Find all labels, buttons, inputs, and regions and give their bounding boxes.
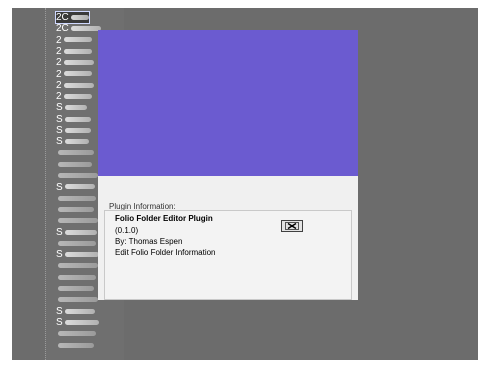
redacted-text: [64, 116, 91, 122]
redacted-text: [63, 82, 94, 88]
list-item-label: 2: [56, 91, 62, 103]
list-item[interactable]: S: [56, 182, 95, 193]
list-item-label: S: [56, 249, 63, 261]
app-window: 2C 2C 2 2 2 2 2 2 S S S S S S S S S Plugin Information: …: [12, 8, 478, 360]
close-button[interactable]: [281, 220, 303, 232]
list-item[interactable]: [56, 215, 98, 226]
list-item-label: S: [56, 317, 63, 329]
redacted-text: [64, 139, 89, 145]
list-item-label: 2: [56, 79, 62, 91]
list-item[interactable]: [56, 170, 98, 181]
list-item-label: S: [56, 181, 63, 193]
redacted-text: [58, 286, 94, 292]
plugin-description: Edit Folio Folder Information: [115, 248, 216, 257]
redacted-text: [58, 206, 94, 212]
plugin-version: (0.1.0): [115, 226, 139, 235]
list-item[interactable]: [56, 328, 96, 339]
list-item[interactable]: [56, 261, 98, 272]
list-item-label: 2: [56, 34, 62, 46]
redacted-text: [58, 331, 96, 337]
redacted-text: [64, 127, 91, 133]
list-item[interactable]: 2C: [55, 11, 90, 24]
list-item[interactable]: 2: [56, 57, 94, 68]
list-item[interactable]: [56, 148, 94, 159]
plugin-banner: [98, 30, 358, 176]
list-item[interactable]: [56, 193, 96, 204]
list-item[interactable]: S: [56, 102, 87, 113]
list-item[interactable]: [56, 238, 96, 249]
redacted-text: [58, 274, 96, 280]
redacted-text: [64, 252, 99, 258]
list-item-label: S: [56, 125, 63, 136]
plugin-info-group: Folio Folder Editor Plugin (0.1.0) By: T…: [104, 210, 352, 300]
list-item[interactable]: S: [56, 306, 95, 317]
redacted-text: [64, 319, 99, 325]
list-item[interactable]: [56, 340, 94, 351]
list-item-label: 2: [56, 45, 62, 57]
redacted-text: [63, 60, 94, 66]
list-item[interactable]: S: [56, 227, 97, 238]
redacted-text: [70, 14, 89, 20]
redacted-text: [63, 37, 92, 43]
list-item[interactable]: S: [56, 114, 91, 125]
list-item-label: 2: [56, 68, 62, 80]
list-item[interactable]: [56, 272, 96, 283]
redacted-text: [58, 240, 96, 246]
list-item-label: 2: [56, 57, 62, 69]
list-item[interactable]: [56, 283, 94, 294]
redacted-text: [58, 342, 94, 348]
list-item[interactable]: S: [56, 125, 91, 136]
redacted-text: [64, 308, 95, 314]
list-item[interactable]: 2: [56, 80, 94, 91]
list-item[interactable]: [56, 295, 98, 306]
redacted-text: [58, 263, 98, 269]
list-item-label: S: [56, 226, 63, 238]
redacted-text: [58, 161, 92, 167]
plugin-info-dialog: Plugin Information: Folio Folder Editor …: [98, 30, 358, 300]
list-item[interactable]: [56, 159, 92, 170]
list-item-label: S: [56, 305, 63, 317]
close-icon: [285, 222, 299, 230]
redacted-text: [64, 184, 95, 190]
redacted-text: [58, 297, 98, 303]
redacted-text: [58, 150, 94, 156]
plugin-author: By: Thomas Espen: [115, 237, 183, 246]
list-item[interactable]: 2: [56, 69, 92, 80]
redacted-text: [58, 195, 96, 201]
redacted-text: [63, 48, 92, 54]
list-item[interactable]: S: [56, 136, 89, 147]
redacted-text: [58, 218, 98, 224]
list-item[interactable]: 2: [56, 46, 92, 57]
redacted-text: [63, 93, 92, 99]
list-item-label: 2C: [56, 23, 69, 35]
list-item[interactable]: S: [56, 317, 99, 328]
list-item-label: S: [56, 113, 63, 125]
list-item[interactable]: S: [56, 249, 99, 260]
redacted-text: [63, 71, 92, 77]
redacted-text: [64, 229, 97, 235]
redacted-text: [64, 105, 87, 111]
list-item[interactable]: [56, 204, 94, 215]
plugin-info-panel: Plugin Information: Folio Folder Editor …: [98, 176, 358, 300]
list-item-label: S: [56, 102, 63, 114]
plugin-name: Folio Folder Editor Plugin: [115, 214, 213, 223]
list-item[interactable]: 2: [56, 91, 92, 102]
list-item[interactable]: 2C: [56, 23, 101, 34]
list-item[interactable]: 2: [56, 35, 92, 46]
redacted-text: [58, 173, 98, 179]
list-item-label: S: [56, 136, 63, 148]
redacted-text: [70, 26, 101, 32]
list-item-label: 2C: [56, 12, 69, 23]
